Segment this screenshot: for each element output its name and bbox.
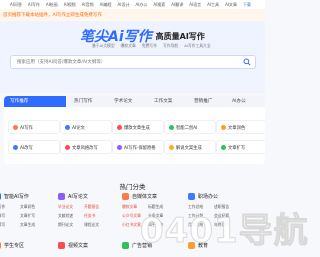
tool-label: AI论文 <box>72 126 85 131</box>
nav-link[interactable]: AI设计 <box>118 2 130 8</box>
category-icon <box>188 193 195 200</box>
tool-card[interactable]: AI论文 <box>60 120 112 134</box>
tool-card[interactable]: 爆款文章生成 <box>112 120 164 134</box>
nav-link[interactable]: 下载 <box>243 2 251 8</box>
hero-sublinks: 基于Ai大模型 爆款文章 免费写作 写作导航 Ai写作工具大全 <box>92 43 211 49</box>
tool-label: 文章风格改写 <box>72 146 98 151</box>
tool-icon <box>169 145 174 150</box>
tool-label: 爆款文章生成 <box>124 126 150 131</box>
tool-label: AI写作 <box>20 126 33 131</box>
tab-5[interactable]: AI办公 <box>232 96 246 107</box>
tool-card[interactable]: 智能二创AI <box>164 120 216 134</box>
nav-link[interactable]: AI视频 <box>64 2 76 8</box>
tool-icon <box>13 145 18 150</box>
section-title: 热门分类 <box>119 183 146 191</box>
tool-card[interactable]: AI写作-保留原格 <box>112 140 164 154</box>
search-input[interactable] <box>15 57 219 68</box>
nav-link[interactable]: AI搜索 <box>153 2 165 8</box>
category-title[interactable]: 自媒体文章 <box>122 193 157 200</box>
category-icon <box>0 193 1 200</box>
category-item[interactable]: 毕业论文 <box>58 204 82 210</box>
tab-3[interactable]: 工作文案 <box>154 96 172 107</box>
tools-panel: 写作推荐 热门写作 学术论文 工作文案 营销推广 AI办公 AI写作 AI论文 爆款文章生成 智… <box>4 96 265 164</box>
category-item[interactable]: 开题报告 <box>84 204 108 210</box>
category-item[interactable]: 期刊论文 <box>58 222 82 228</box>
tool-label: 文章润色 <box>228 126 246 131</box>
nav-link[interactable]: AI写作 <box>28 2 40 8</box>
tool-card[interactable]: 文章扩写 <box>216 140 265 154</box>
hero-sublink[interactable]: 写作导航 <box>163 43 178 49</box>
tool-card[interactable]: 解说文案生成 <box>164 140 216 154</box>
search-bar[interactable] <box>10 55 256 69</box>
tool-icon <box>169 125 174 130</box>
category-icon <box>58 242 65 249</box>
tab-1[interactable]: 热门写作 <box>74 96 92 107</box>
tool-card[interactable]: AI写作 <box>8 120 60 134</box>
category-item[interactable]: 任务书 <box>84 213 108 219</box>
nav-link[interactable]: AI问答 <box>10 2 22 8</box>
category-item[interactable]: AI写作 <box>0 204 18 210</box>
tool-icon <box>65 145 70 150</box>
category-title[interactable]: AI写论文 <box>58 193 88 200</box>
category-icon <box>122 242 129 249</box>
category-title[interactable]: 智能AI写作 <box>0 193 29 200</box>
nav-link[interactable]: AI语言 <box>189 2 201 8</box>
tool-label: AI写作-保留原格 <box>124 146 156 151</box>
notice-bar[interactable]: 首页推荐下载本站插件，AI写作立即生成免费写作 <box>0 9 265 21</box>
tab-4[interactable]: 营销推广 <box>194 96 212 107</box>
category-title[interactable]: 职场办公 <box>188 193 218 200</box>
category-icon <box>58 193 65 200</box>
tool-label: 解说文案生成 <box>176 146 202 151</box>
notice-text[interactable]: 首页推荐下载本站插件，AI写作立即生成免费写作 <box>3 12 102 18</box>
category-item[interactable]: 文章扩写 <box>20 213 44 219</box>
tool-icon <box>221 145 226 150</box>
category-title[interactable]: 视频文案 <box>58 242 88 249</box>
category-icon <box>0 242 1 249</box>
category-item[interactable]: AI续写 <box>0 222 18 228</box>
nav-link[interactable]: AI工具 <box>207 2 219 8</box>
tool-icon <box>65 125 70 130</box>
hero-sublink[interactable]: 爆款文章 <box>121 43 136 49</box>
category-tabs: 写作推荐 热门写作 学术论文 工作文案 营销推广 AI办公 <box>4 96 265 107</box>
tool-card[interactable]: 文章风格改写 <box>60 140 112 154</box>
tool-icon <box>117 145 122 150</box>
tab-0[interactable]: 写作推荐 <box>4 96 66 107</box>
hero-sublink[interactable]: Ai写作工具大全 <box>184 43 210 49</box>
category-icon <box>122 193 129 200</box>
category-title[interactable]: 学生专区 <box>0 242 24 249</box>
category-item[interactable]: 文献综述 <box>58 213 82 219</box>
category-item[interactable]: 文章润色 <box>20 204 44 210</box>
tool-card[interactable]: 文章润色 <box>216 120 265 134</box>
category-item[interactable]: 文章生成 <box>20 222 44 228</box>
watermark: 0401导航 <box>140 211 309 252</box>
tab-2[interactable]: 学术论文 <box>114 96 132 107</box>
hero-sublink[interactable]: 免费写作 <box>142 43 157 49</box>
tool-card[interactable]: AI改写 <box>8 140 60 154</box>
tool-label: 文章扩写 <box>228 146 246 151</box>
category-item[interactable]: 课程论文 <box>84 222 108 228</box>
site-slogan: 高质量AI写作 <box>155 31 205 41</box>
tool-label: 智能二创AI <box>176 126 198 131</box>
tool-icon <box>13 125 18 130</box>
tool-label: AI改写 <box>20 146 33 151</box>
nav-link[interactable]: AI办公 <box>135 2 147 8</box>
search-icon[interactable] <box>243 58 251 66</box>
nav-link[interactable]: AI编程 <box>100 2 112 8</box>
nav-link[interactable]: AI音频 <box>82 2 94 8</box>
tool-icon <box>221 125 226 130</box>
nav-link[interactable]: AI绘画 <box>46 2 58 8</box>
category-item[interactable]: AI改写 <box>0 213 18 219</box>
nav-link[interactable]: AI文章 <box>225 2 237 8</box>
top-nav-links: AI问答 AI写作 AI绘画 AI视频 AI音频 AI编程 AI设计 AI办公 AI搜索 AI翻译… <box>10 2 251 8</box>
hero-sublink[interactable]: 基于Ai大模型 <box>92 43 115 49</box>
nav-link[interactable]: AI翻译 <box>171 2 183 8</box>
tool-icon <box>117 125 122 130</box>
